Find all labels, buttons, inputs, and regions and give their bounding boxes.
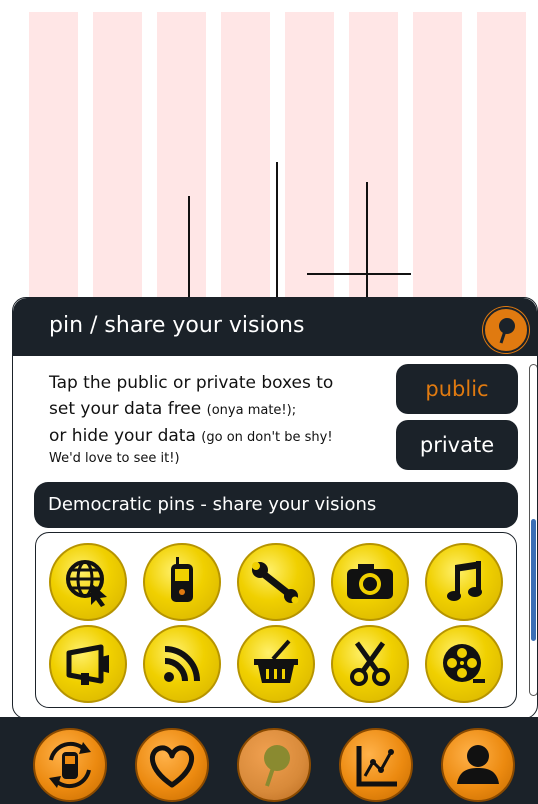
- background-stripe: [29, 12, 78, 302]
- tools-pin-button[interactable]: [237, 543, 315, 621]
- privacy-description: Tap the public or private boxes to set y…: [49, 371, 389, 468]
- rss-feed-icon: [164, 646, 200, 682]
- scissors-icon: [350, 641, 390, 686]
- background-stripe: [477, 12, 526, 302]
- nav-sync-button[interactable]: [33, 728, 107, 802]
- user-icon: [457, 745, 499, 784]
- background-stripe: [349, 12, 398, 302]
- globe-pin-button[interactable]: [49, 543, 127, 621]
- mobile-sync-icon: [49, 741, 91, 789]
- mobile-phone-icon: [171, 557, 193, 602]
- shopping-pin-button[interactable]: [237, 625, 315, 703]
- desc-line: We'd love to see it!): [49, 451, 180, 466]
- rss-pin-button[interactable]: [143, 625, 221, 703]
- camera-pin-button[interactable]: [331, 543, 409, 621]
- background-stripe: [221, 12, 270, 302]
- scrollbar-thumb[interactable]: [531, 519, 536, 641]
- scrollbar[interactable]: [529, 364, 537, 696]
- nav-favorites-button[interactable]: [135, 728, 209, 802]
- pin-grid: [35, 532, 517, 708]
- heart-icon: [150, 745, 194, 788]
- private-button[interactable]: private: [396, 420, 518, 470]
- film-reel-icon: [443, 644, 485, 683]
- shopping-basket-icon: [254, 639, 298, 683]
- music-note-icon: [447, 561, 482, 601]
- nav-profile-button[interactable]: [441, 728, 515, 802]
- pin-button[interactable]: [483, 307, 529, 353]
- panel-header: pin / share your visions: [13, 298, 537, 356]
- crafts-pin-button[interactable]: [331, 625, 409, 703]
- pin-stem: [366, 182, 368, 300]
- pin-stem: [188, 196, 190, 300]
- mobile-pin-button[interactable]: [143, 543, 221, 621]
- film-pin-button[interactable]: [425, 625, 503, 703]
- pin-icon: [264, 745, 290, 787]
- section-header: Democratic pins - share your visions: [34, 482, 518, 528]
- pin-icon: [499, 318, 515, 344]
- background-stripe: [93, 12, 142, 302]
- announce-pin-button[interactable]: [49, 625, 127, 703]
- section-label: Democratic pins - share your visions: [48, 494, 377, 515]
- desc-line: Tap the public or private boxes to: [49, 373, 334, 393]
- background-stripe: [285, 12, 334, 302]
- nav-pin-button[interactable]: [237, 728, 311, 802]
- background-stripe: [157, 12, 206, 302]
- line-chart-icon: [356, 746, 397, 787]
- pin-stem: [276, 162, 278, 300]
- pin-share-panel: pin / share your visions Tap the public …: [12, 297, 538, 719]
- music-pin-button[interactable]: [425, 543, 503, 621]
- globe-cursor-icon: [66, 560, 107, 607]
- desc-line: or hide your data (go on don't be shy!: [49, 426, 333, 446]
- panel-title: pin / share your visions: [49, 313, 305, 338]
- desc-line: set your data free (onya mate!);: [49, 399, 297, 419]
- nav-stats-button[interactable]: [339, 728, 413, 802]
- public-button[interactable]: public: [396, 364, 518, 414]
- crosshair-line: [307, 273, 411, 275]
- camera-icon: [347, 564, 393, 599]
- wrench-icon: [252, 562, 299, 604]
- megaphone-icon: [66, 644, 109, 685]
- background-stripe: [413, 12, 462, 302]
